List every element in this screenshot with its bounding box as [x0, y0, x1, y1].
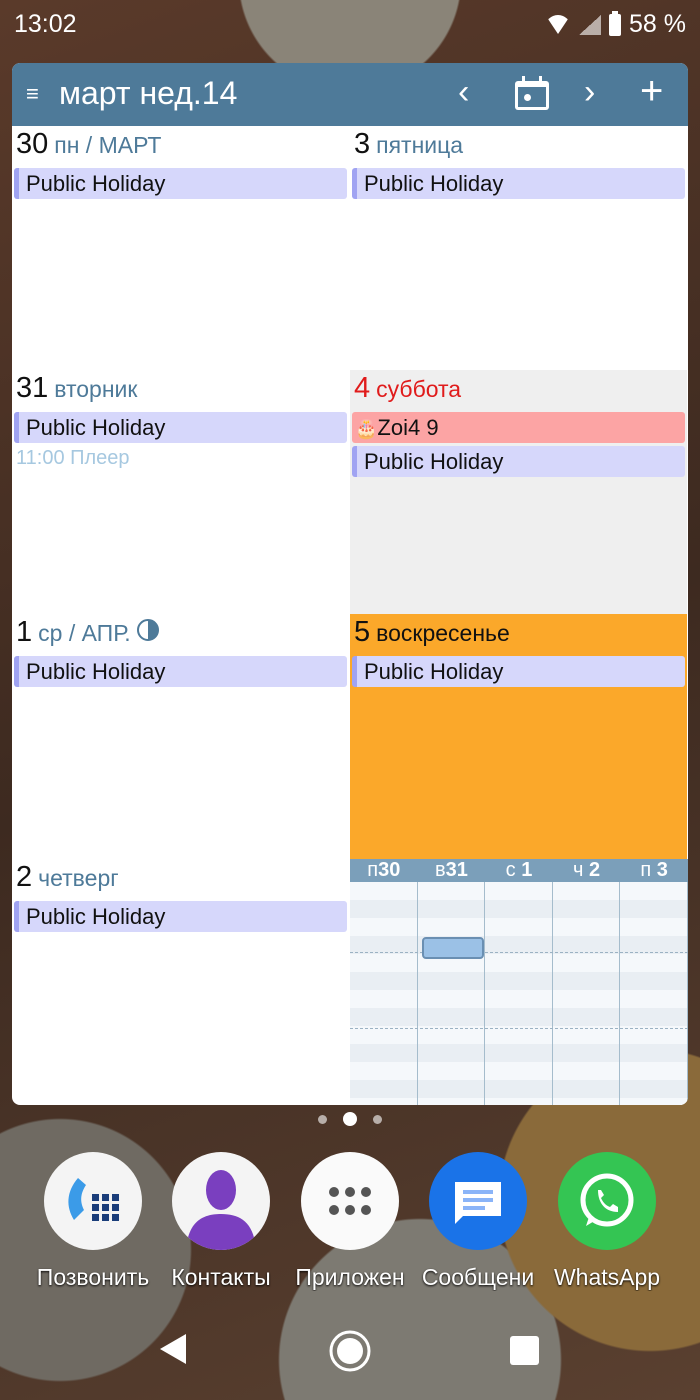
app-label: Приложен: [295, 1264, 405, 1290]
day-number: 3: [354, 128, 371, 160]
calendar-widget: ≡ март нед.14 ‹ › + 30 пн / МАРТ Public H…: [12, 63, 688, 1105]
holiday-event[interactable]: Public Holiday: [14, 656, 347, 687]
holiday-event[interactable]: Public Holiday: [14, 168, 347, 199]
day-cell-thu-2[interactable]: 2 четверг Public Holiday: [12, 859, 349, 1105]
app-whatsapp[interactable]: WhatsApp: [547, 1152, 667, 1291]
day-number: 2: [16, 861, 33, 893]
day-label: пятница: [376, 132, 464, 158]
contacts-icon: [172, 1152, 270, 1250]
back-icon[interactable]: [158, 1332, 188, 1366]
today-calendar-icon[interactable]: [515, 76, 549, 110]
cake-icon: 🎂: [355, 419, 378, 439]
holiday-event[interactable]: Public Holiday: [14, 901, 347, 932]
mini-day: п 3: [640, 859, 668, 881]
evening-divider: [350, 1028, 688, 1029]
mini-day: п30: [367, 859, 401, 881]
add-event-button[interactable]: +: [640, 69, 663, 114]
birthday-event-title: Zoi4 9: [377, 415, 439, 440]
holiday-event[interactable]: Public Holiday: [14, 412, 347, 443]
day-label: пн / МАРТ: [54, 132, 162, 158]
next-week-button[interactable]: ›: [584, 73, 595, 112]
wifi-icon: [545, 15, 571, 35]
day-number: 31: [16, 372, 49, 404]
birthday-event[interactable]: 🎂Zoi4 9: [352, 412, 685, 443]
mini-column: [485, 882, 553, 1105]
mini-day: в31: [434, 859, 468, 881]
app-phone[interactable]: Позвонить: [33, 1152, 153, 1291]
day-cell-wed-1[interactable]: 1 ср / АПР. Public Holiday: [12, 614, 349, 858]
page-dot[interactable]: [318, 1114, 327, 1124]
timed-event[interactable]: 11:00 Плеер: [12, 447, 349, 470]
mini-column: [552, 882, 621, 1105]
page-indicator: [0, 1112, 700, 1126]
navigation-bar: [0, 1320, 700, 1380]
app-label: Контакты: [171, 1264, 271, 1290]
mini-column: [350, 882, 418, 1105]
app-label: Позвонить: [36, 1264, 150, 1290]
page-dot-active[interactable]: [343, 1112, 357, 1126]
day-label: суббота: [376, 376, 462, 402]
day-label: вторник: [54, 376, 138, 402]
noon-divider: [350, 952, 688, 953]
day-label: ср / АПР.: [38, 620, 131, 646]
mini-event-block[interactable]: [422, 937, 484, 959]
day-cell-sat-4[interactable]: 4 суббота 🎂Zoi4 9 Public Holiday: [350, 370, 687, 614]
messages-icon: [429, 1152, 527, 1250]
week-grid: 30 пн / МАРТ Public Holiday 3 пятница Publ…: [12, 126, 688, 1105]
moon-phase-icon: [136, 619, 159, 641]
widget-header: ≡ март нед.14 ‹ › +: [12, 63, 688, 126]
day-label: четверг: [38, 865, 119, 891]
mini-week-view[interactable]: п30 в31 с 1 ч 2 п 3: [350, 859, 688, 1105]
week-title[interactable]: март нед.14: [59, 75, 237, 112]
battery-icon: [609, 10, 622, 36]
page-dot[interactable]: [373, 1114, 382, 1124]
day-label: воскресенье: [376, 620, 510, 646]
app-contacts[interactable]: Контакты: [161, 1152, 281, 1291]
menu-icon[interactable]: ≡: [26, 81, 39, 107]
day-number: 5: [354, 616, 371, 648]
mini-day: ч 2: [573, 859, 601, 881]
day-cell-fri-3[interactable]: 3 пятница Public Holiday: [350, 126, 687, 370]
day-number: 1: [16, 616, 33, 648]
recents-icon[interactable]: [510, 1336, 539, 1365]
mini-column: [620, 882, 688, 1105]
holiday-event[interactable]: Public Holiday: [352, 446, 685, 477]
day-cell-mon-30[interactable]: 30 пн / МАРТ Public Holiday: [12, 126, 349, 370]
day-cell-tue-31[interactable]: 31 вторник Public Holiday 11:00 Плеер: [12, 370, 349, 614]
whatsapp-icon: [558, 1152, 656, 1250]
signal-icon: [579, 14, 602, 35]
day-cell-sun-5[interactable]: 5 воскресенье Public Holiday: [350, 614, 687, 859]
holiday-event[interactable]: Public Holiday: [352, 656, 685, 687]
mini-column: [417, 882, 486, 1105]
holiday-event[interactable]: Public Holiday: [352, 168, 685, 199]
app-drawer[interactable]: Приложен: [290, 1152, 410, 1291]
apps-grid-icon: [301, 1152, 399, 1250]
app-label: Сообщени: [421, 1264, 535, 1290]
mini-day: с 1: [505, 859, 533, 881]
day-number: 4: [354, 372, 371, 404]
status-bar: 13:02 58 %: [0, 0, 700, 50]
prev-week-button[interactable]: ‹: [458, 73, 469, 112]
clock: 13:02: [14, 10, 77, 38]
day-number: 30: [16, 128, 49, 160]
home-icon[interactable]: [328, 1329, 372, 1373]
battery-percent: 58 %: [629, 10, 686, 38]
app-label: WhatsApp: [553, 1264, 661, 1290]
mini-week-header: п30 в31 с 1 ч 2 п 3: [350, 859, 688, 882]
app-messages[interactable]: Сообщени: [418, 1152, 538, 1291]
phone-icon: [44, 1152, 142, 1250]
